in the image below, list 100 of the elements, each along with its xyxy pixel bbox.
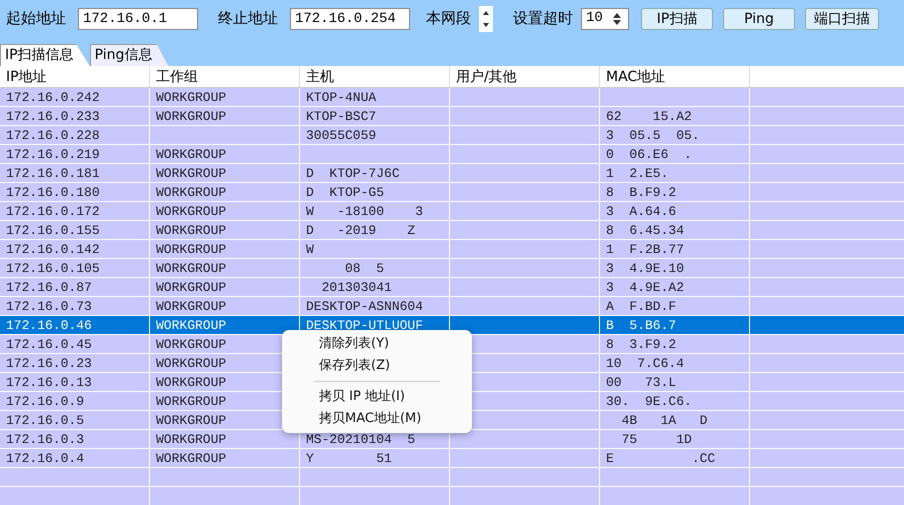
column-header: MAC地址 [606,69,666,85]
ip-cell: 172.16.0.172 [6,204,100,219]
ip-cell: 172.16.0.87 [6,280,92,295]
ip-cell: 172.16.0.180 [6,185,100,200]
ip-cell: 172.16.0.45 [6,337,92,352]
workgroup-cell: WORKGROUP [156,280,226,295]
mac-cell: 62 15.A2 [606,109,692,124]
timeout-label: 设置超时 [513,8,573,30]
mac-cell: 30. 9E.C6. [606,394,692,409]
ip-cell: 172.16.0.9 [6,394,84,409]
table-row[interactable]: 172.16.0.105 WORKGROUP 08 5 3 4.9E.10 [0,259,904,278]
ip-cell: 172.16.0.4 [6,451,84,466]
ip-cell: 172.16.0.23 [6,356,92,371]
workgroup-cell: WORKGROUP [156,109,226,124]
host-cell: Y 51 [306,451,392,466]
host-cell: 30055C059 [306,128,376,143]
workgroup-cell: WORKGROUP [156,242,226,257]
table-row[interactable]: 172.16.0.4 WORKGROUP Y 51 E .CC [0,449,904,468]
mac-cell: E .CC [606,451,716,466]
ip-cell: 172.16.0.242 [6,90,100,105]
workgroup-cell: WORKGROUP [156,166,226,181]
tab[interactable]: Ping信息 [90,44,168,66]
end-address-field[interactable]: 172.16.0.254 [290,8,410,30]
table-row[interactable]: 172.16.0.181 WORKGROUP D KTOP-7J6C 1 2.E5. [0,164,904,183]
ip-cell: 172.16.0.233 [6,109,100,124]
menu-item[interactable]: 拷贝 IP 地址(I) [282,386,472,408]
timeout-field[interactable]: 10 [581,8,629,30]
workgroup-cell: WORKGROUP [156,223,226,238]
workgroup-cell: WORKGROUP [156,299,226,314]
ip-cell: 172.16.0.181 [6,166,100,181]
menu-item[interactable]: 拷贝MAC地址(M) [282,408,472,430]
column-header: IP地址 [6,69,47,85]
workgroup-cell: WORKGROUP [156,261,226,276]
workgroup-cell: WORKGROUP [156,147,226,162]
scan-button[interactable]: Ping [723,8,795,30]
table-row[interactable]: 172.16.0.87 WORKGROUP 201303041 3 4.9E.A2 [0,278,904,297]
table-row[interactable]: 172.16.0.155 WORKGROUP D -2019 Z 8 6.45.34 [0,221,904,240]
table-row[interactable]: 172.16.0.228 30055C059 3 05.5 05. [0,126,904,145]
workgroup-cell: WORKGROUP [156,90,226,105]
table-row[interactable]: 172.16.0.46 WORKGROUP DESKTOP-UTLUOUF B 5.B6.7 [0,316,904,335]
table-row[interactable]: 172.16.0.219 WORKGROUP 0 06.E6 . [0,145,904,164]
host-cell: KTOP-4NUA [306,90,376,105]
mac-cell: B 5.B6.7 [606,318,676,333]
mac-cell: 3 A.64.6 [606,204,676,219]
ip-cell: 172.16.0.155 [6,223,100,238]
ip-cell: 172.16.0.73 [6,299,92,314]
mac-cell: 3 4.9E.A2 [606,280,684,295]
host-cell: KTOP-BSC7 [306,109,376,124]
column-header: 工作组 [156,69,198,85]
mac-cell: A F.BD.F [606,299,676,314]
host-cell: D -2019 Z [306,223,416,238]
workgroup-cell: WORKGROUP [156,337,226,352]
table-row[interactable]: 172.16.0.180 WORKGROUP D KTOP-G5 8 B.F9.2 [0,183,904,202]
workgroup-cell: WORKGROUP [156,185,226,200]
ip-cell: 172.16.0.3 [6,432,84,447]
ip-cell: 172.16.0.46 [6,318,92,333]
start-label: 起始地址 [6,8,66,30]
ip-cell: 172.16.0.219 [6,147,100,162]
host-cell-text: 08 5 [344,261,384,276]
host-cell: D KTOP-G5 [306,185,384,200]
table-row[interactable]: 172.16.0.3 WORKGROUP MS-20210104 5 75 1D [0,430,904,449]
table-row[interactable]: 172.16.0.73 WORKGROUP DESKTOP-ASNN604 A F.BD.F [0,297,904,316]
host-cell: W -18100 3 [306,204,424,219]
mac-cell: 8 3.F9.2 [606,337,676,352]
host-cell: MS-20210104 5 [306,432,416,447]
host-cell: DESKTOP-UTLUOUF [306,318,424,333]
table-row[interactable]: 172.16.0.172 WORKGROUP W -18100 3 3 A.64.6 [0,202,904,221]
mac-cell-text: 75 1D [620,432,692,447]
table-row[interactable]: 172.16.0.233 WORKGROUP KTOP-BSC7 62 15.A2 [0,107,904,126]
mac-cell: 1 2.E5. [606,166,668,181]
ip-cell: 172.16.0.5 [6,413,84,428]
workgroup-cell: WORKGROUP [156,394,226,409]
scan-button[interactable]: IP扫描 [641,8,713,30]
host-cell: W [306,242,314,257]
mac-cell: 1 F.2B.77 [606,242,684,257]
workgroup-cell: WORKGROUP [156,413,226,428]
workgroup-cell: WORKGROUP [156,318,226,333]
table-row[interactable]: 172.16.0.142 WORKGROUP W 1 F.2B.77 [0,240,904,259]
ip-cell: 172.16.0.142 [6,242,100,257]
segment-label: 本网段 [426,8,471,30]
workgroup-cell: WORKGROUP [156,375,226,390]
spinner-icon[interactable] [479,6,493,32]
menu-item[interactable]: 保存列表(Z) [282,355,472,377]
column-header: 用户/其他 [456,69,517,85]
host-cell-text: 201303041 [320,280,392,295]
menu-item[interactable]: 清除列表(Y) [282,333,472,355]
start-address-field[interactable]: 172.16.0.1 [78,8,198,30]
workgroup-cell: WORKGROUP [156,432,226,447]
ip-cell: 172.16.0.13 [6,375,92,390]
mac-cell: 0 06.E6 . [606,147,692,162]
scan-button[interactable]: 端口扫描 [805,8,879,30]
mac-cell-text: 4B 1A D [620,413,708,428]
table-row[interactable]: 172.16.0.242 WORKGROUP KTOP-4NUA [0,88,904,107]
ip-cell: 172.16.0.228 [6,128,100,143]
tab[interactable]: IP扫描信息 [0,44,90,66]
mac-cell: 3 05.5 05. [606,128,700,143]
mac-cell: 8 6.45.34 [606,223,684,238]
workgroup-cell: WORKGROUP [156,451,226,466]
workgroup-cell: WORKGROUP [156,356,226,371]
mac-cell: 8 B.F9.2 [606,185,676,200]
